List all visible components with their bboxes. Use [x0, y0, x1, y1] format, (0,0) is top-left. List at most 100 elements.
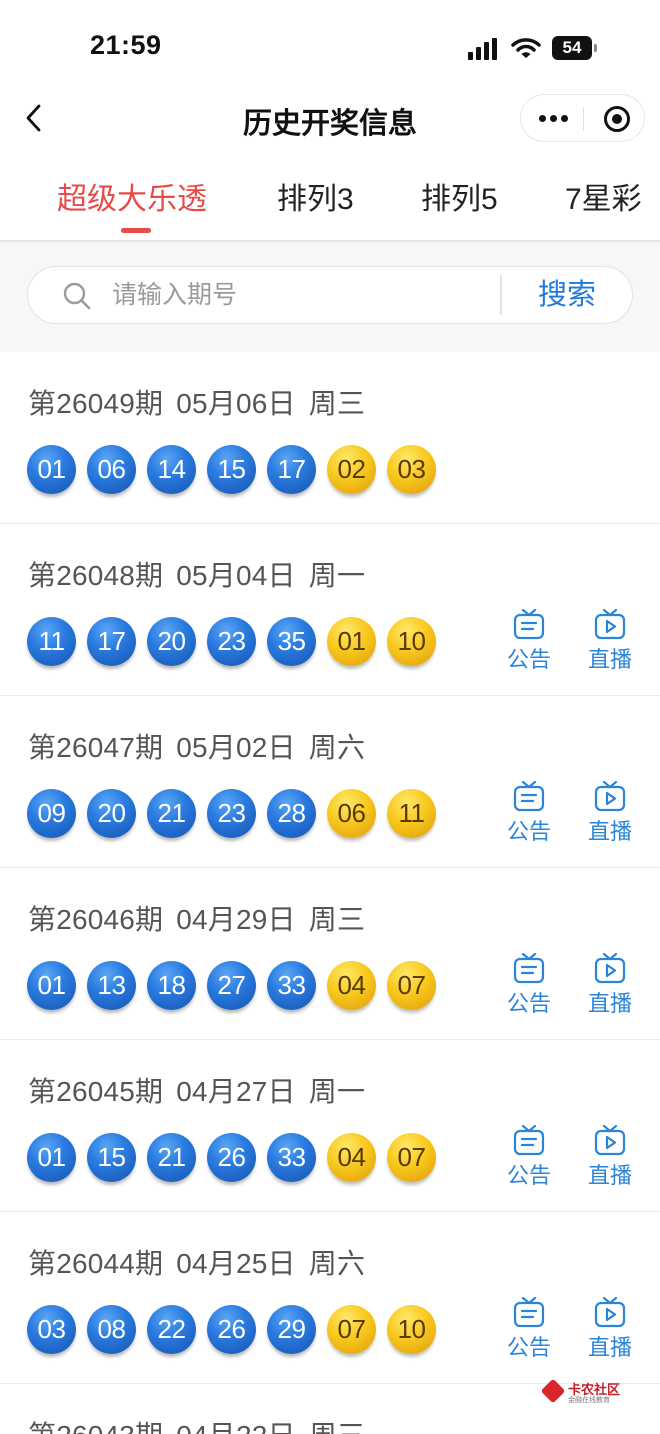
- back-ball: 10: [387, 1305, 436, 1354]
- live-tv-icon: [575, 1124, 645, 1156]
- live-tv-icon: [575, 952, 645, 984]
- front-ball: 01: [27, 1133, 76, 1182]
- front-ball: 26: [207, 1133, 256, 1182]
- draw-date: 05月04日: [176, 560, 296, 591]
- live-button[interactable]: 直播: [575, 1296, 645, 1362]
- tab-pailie5[interactable]: 排列5: [421, 174, 498, 218]
- draw-item: 第26045期 04月27日 周一 01 15 21 26 33 04 07 公告 直播: [0, 1040, 660, 1212]
- front-ball: 15: [87, 1133, 136, 1182]
- draw-weekday: 周一: [308, 1076, 366, 1107]
- live-tv-icon: [575, 608, 645, 640]
- notice-button[interactable]: 公告: [494, 608, 564, 674]
- draw-date: 04月22日: [176, 1420, 296, 1434]
- front-ball: 01: [27, 961, 76, 1010]
- front-ball: 26: [207, 1305, 256, 1354]
- notice-label: 公告: [506, 1163, 551, 1188]
- tab-super-lotto[interactable]: 超级大乐透: [57, 174, 207, 218]
- live-button[interactable]: 直播: [575, 780, 645, 846]
- live-tv-icon: [575, 1296, 645, 1328]
- search-button[interactable]: 搜索: [502, 267, 632, 323]
- draw-issue: 第26046期: [28, 904, 164, 935]
- issue-search-input[interactable]: [112, 277, 492, 313]
- back-ball: 03: [387, 445, 436, 494]
- live-label: 直播: [587, 1163, 632, 1188]
- draw-issue: 第26045期: [28, 1076, 164, 1107]
- live-button[interactable]: 直播: [575, 952, 645, 1018]
- front-ball: 27: [207, 961, 256, 1010]
- front-ball: 20: [147, 617, 196, 666]
- close-miniprogram-icon[interactable]: [604, 106, 630, 132]
- notice-button[interactable]: 公告: [494, 1296, 564, 1362]
- front-ball: 28: [267, 789, 316, 838]
- notice-button[interactable]: 公告: [494, 952, 564, 1018]
- battery-icon: 54: [552, 36, 598, 60]
- front-ball: 20: [87, 789, 136, 838]
- tab-pailie3[interactable]: 排列3: [277, 174, 354, 218]
- draw-issue: 第26044期: [28, 1248, 164, 1279]
- front-ball: 17: [87, 617, 136, 666]
- notice-label: 公告: [506, 1335, 551, 1360]
- draw-history-list: 第26049期 05月06日 周三 01 06 14 15 17 02 03 第26048期 05月0…: [0, 352, 660, 1434]
- front-ball: 21: [147, 789, 196, 838]
- back-ball: 07: [387, 961, 436, 1010]
- more-options-icon[interactable]: [539, 115, 569, 123]
- draw-item: 第26049期 05月06日 周三 01 06 14 15 17 02 03: [0, 352, 660, 524]
- live-button[interactable]: 直播: [575, 1124, 645, 1190]
- nav-bar: 历史开奖信息: [0, 88, 660, 150]
- front-ball: 14: [147, 445, 196, 494]
- front-ball: 09: [27, 789, 76, 838]
- front-ball: 35: [267, 617, 316, 666]
- live-button[interactable]: 直播: [575, 608, 645, 674]
- watermark-subtitle: 金融在线教育: [568, 1397, 610, 1404]
- cellular-signal-icon: [468, 38, 502, 60]
- draw-title: 第26047期 05月02日 周六: [28, 726, 378, 766]
- back-ball: 04: [327, 961, 376, 1010]
- draw-issue: 第26049期: [28, 388, 164, 419]
- draw-issue: 第26048期: [28, 560, 164, 591]
- draw-weekday: 周三: [308, 388, 366, 419]
- wifi-icon: [511, 36, 541, 60]
- back-ball: 02: [327, 445, 376, 494]
- front-ball: 13: [87, 961, 136, 1010]
- draw-date: 04月27日: [176, 1076, 296, 1107]
- draw-issue: 第26043期: [28, 1420, 163, 1434]
- notice-icon: [494, 608, 564, 640]
- draw-weekday: 周六: [308, 1248, 366, 1279]
- notice-icon: [494, 780, 564, 812]
- draw-date: 04月25日: [176, 1248, 296, 1279]
- search-box: 搜索: [27, 266, 633, 324]
- draw-title: 第26043期 04月22日周三: [28, 1414, 378, 1434]
- back-ball: 10: [387, 617, 436, 666]
- draw-title: 第26044期 04月25日 周六: [28, 1242, 378, 1282]
- front-ball: 11: [27, 617, 76, 666]
- front-ball: 33: [267, 1133, 316, 1182]
- live-label: 直播: [587, 991, 632, 1016]
- notice-button[interactable]: 公告: [494, 780, 564, 846]
- tab-7-star[interactable]: 7星彩: [565, 174, 642, 218]
- front-ball: 06: [87, 445, 136, 494]
- front-ball: 33: [267, 961, 316, 1010]
- draw-date: 05月02日: [176, 732, 296, 763]
- status-time: 21:59: [90, 30, 162, 60]
- live-label: 直播: [587, 1335, 632, 1360]
- live-label: 直播: [587, 647, 632, 672]
- back-ball: 07: [327, 1305, 376, 1354]
- draw-weekday: 周三: [309, 1420, 365, 1434]
- draw-item: 第26047期 05月02日 周六 09 20 21 23 28 06 11 公告 直播: [0, 696, 660, 868]
- draw-issue: 第26047期: [28, 732, 164, 763]
- front-ball: 17: [267, 445, 316, 494]
- miniprogram-capsule: [520, 94, 645, 142]
- back-ball: 01: [327, 617, 376, 666]
- notice-icon: [494, 1124, 564, 1156]
- search-area: 搜索: [0, 242, 660, 352]
- notice-icon: [494, 1296, 564, 1328]
- front-ball: 18: [147, 961, 196, 1010]
- front-ball: 15: [207, 445, 256, 494]
- battery-level: 54: [552, 36, 592, 60]
- live-tv-icon: [575, 780, 645, 812]
- notice-button[interactable]: 公告: [494, 1124, 564, 1190]
- front-ball: 22: [147, 1305, 196, 1354]
- draw-date: 05月06日: [176, 388, 296, 419]
- notice-label: 公告: [506, 819, 551, 844]
- draw-title: 第26049期 05月06日 周三: [28, 382, 378, 422]
